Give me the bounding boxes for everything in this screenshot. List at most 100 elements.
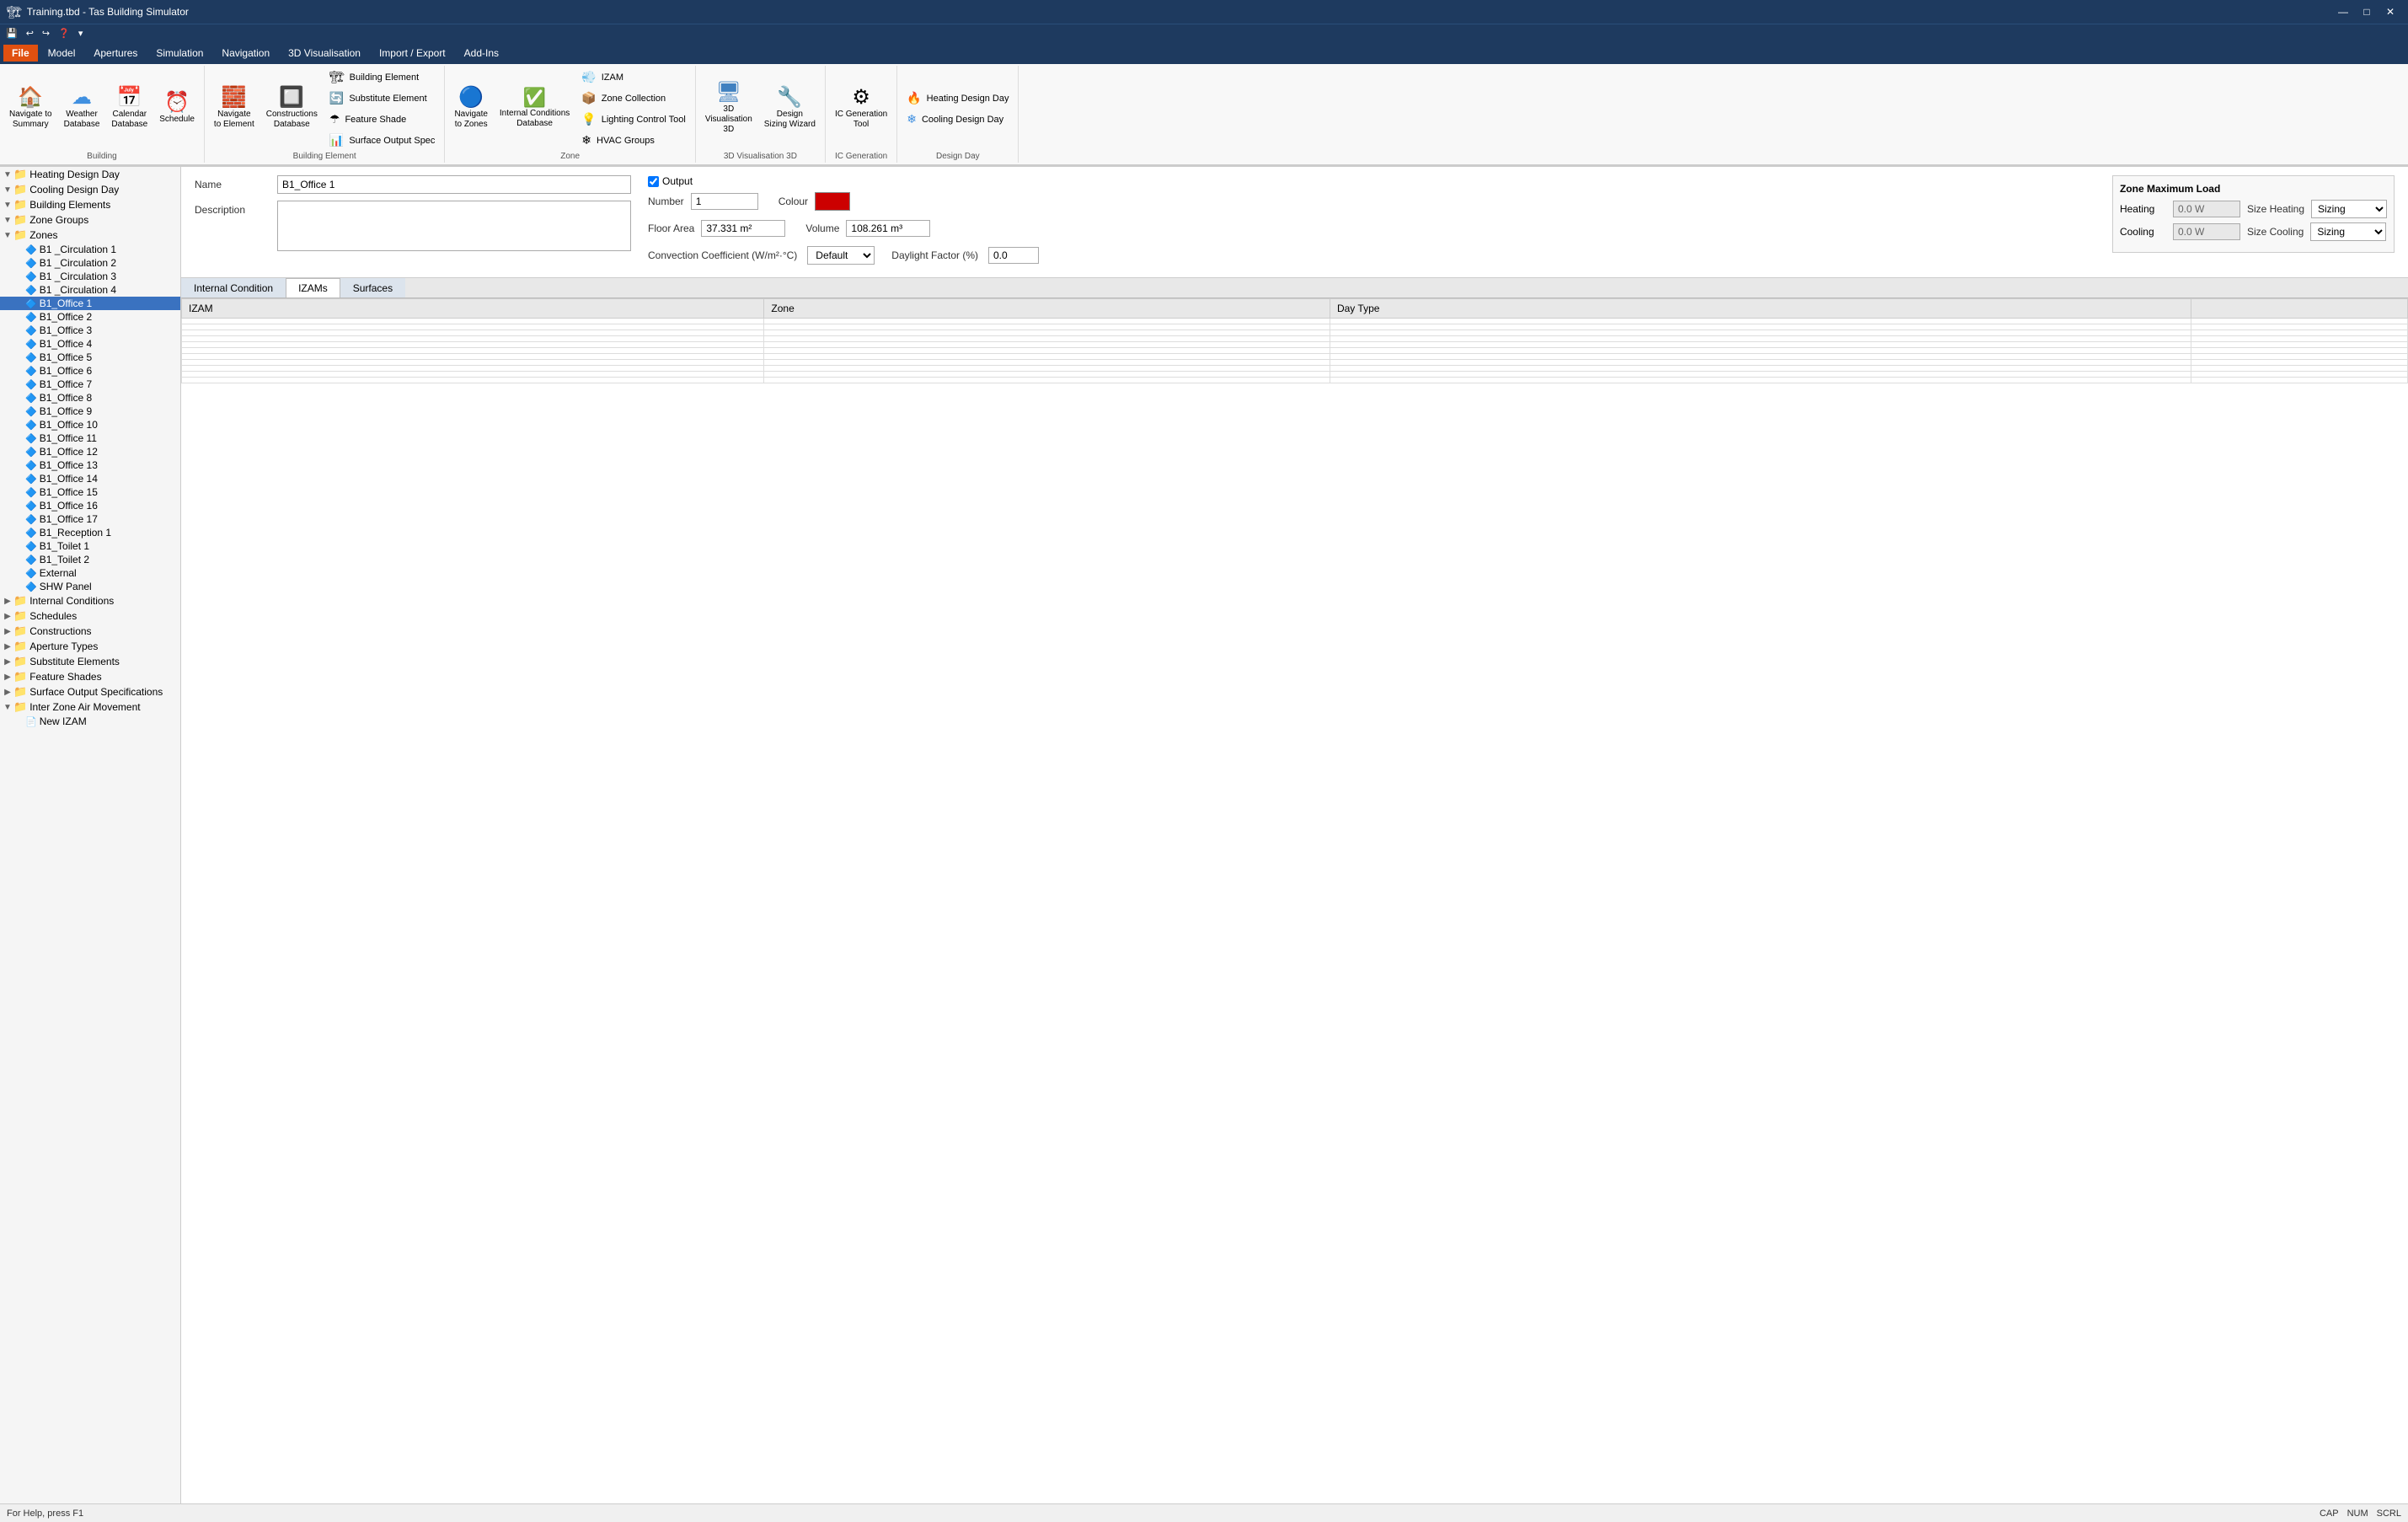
building-element-button[interactable]: 🏗 Building Element [325, 67, 440, 87]
convection-select[interactable]: Default [807, 246, 875, 265]
hvac-groups-button[interactable]: ❄ HVAC Groups [577, 131, 690, 150]
tree-item-19[interactable]: 🔷B1_Office 11 [0, 431, 180, 445]
qa-dropdown-button[interactable]: ▾ [76, 27, 86, 40]
schedule-button[interactable]: ⏰ Schedule [155, 90, 199, 127]
tree-item-24[interactable]: 🔷B1_Office 16 [0, 499, 180, 512]
tree-item-26[interactable]: 🔷B1_Reception 1 [0, 526, 180, 539]
tree-item-2[interactable]: ▼📁Building Elements [0, 197, 180, 212]
tree-item-29[interactable]: 🔷External [0, 566, 180, 580]
tree-icon-23: 🔷 [25, 487, 37, 498]
tree-item-30[interactable]: 🔷SHW Panel [0, 580, 180, 593]
design-sizing-button[interactable]: 🔧 DesignSizing Wizard [760, 85, 820, 132]
tree-item-15[interactable]: 🔷B1_Office 7 [0, 378, 180, 391]
apertures-menu[interactable]: Apertures [85, 45, 146, 62]
maximize-button[interactable]: □ [2356, 3, 2378, 20]
statusbar: For Help, press F1 CAP NUM SCRL [0, 1503, 2408, 1522]
3d-visualisation-menu[interactable]: 3D Visualisation [280, 45, 369, 62]
size-cooling-select[interactable]: Sizing [2310, 222, 2386, 241]
tree-item-37[interactable]: ▶📁Surface Output Specifications [0, 684, 180, 699]
simulation-menu[interactable]: Simulation [147, 45, 211, 62]
tree-item-14[interactable]: 🔷B1_Office 6 [0, 364, 180, 378]
navigate-zones-button[interactable]: 🔵 Navigateto Zones [450, 85, 491, 132]
tree-item-9[interactable]: 🔷B1_Office 1 [0, 297, 180, 310]
add-ins-menu[interactable]: Add-Ins [456, 45, 507, 62]
tree-item-35[interactable]: ▶📁Substitute Elements [0, 654, 180, 669]
tree-item-20[interactable]: 🔷B1_Office 12 [0, 445, 180, 458]
name-input[interactable] [277, 175, 631, 194]
constructions-database-button[interactable]: 🔲 ConstructionsDatabase [262, 85, 322, 132]
help-qa-button[interactable]: ❓ [56, 27, 72, 40]
tree-item-31[interactable]: ▶📁Internal Conditions [0, 593, 180, 608]
main-content: Name Description Output Number [181, 167, 2408, 1503]
redo-qa-button[interactable]: ↪ [40, 27, 52, 40]
tree-item-7[interactable]: 🔷B1 _Circulation 3 [0, 270, 180, 283]
tree-item-22[interactable]: 🔷B1_Office 14 [0, 472, 180, 485]
navigate-element-label: Navigateto Element [214, 110, 254, 130]
tree-item-10[interactable]: 🔷B1_Office 2 [0, 310, 180, 324]
tree-item-39[interactable]: 📄New IZAM [0, 715, 180, 728]
tree-item-13[interactable]: 🔷B1_Office 5 [0, 351, 180, 364]
tree-item-18[interactable]: 🔷B1_Office 10 [0, 418, 180, 431]
tree-item-11[interactable]: 🔷B1_Office 3 [0, 324, 180, 337]
weather-database-button[interactable]: ☁ WeatherDatabase [60, 85, 104, 132]
import-export-menu[interactable]: Import / Export [371, 45, 454, 62]
save-qa-button[interactable]: 💾 [3, 27, 20, 40]
tree-item-34[interactable]: ▶📁Aperture Types [0, 639, 180, 654]
tab-surfaces[interactable]: Surfaces [340, 278, 405, 297]
floor-area-input[interactable] [701, 220, 785, 237]
main-layout: ▼📁Heating Design Day▼📁Cooling Design Day… [0, 167, 2408, 1503]
tree-item-28[interactable]: 🔷B1_Toilet 2 [0, 553, 180, 566]
tree-item-8[interactable]: 🔷B1 _Circulation 4 [0, 283, 180, 297]
tree-icon-24: 🔷 [25, 501, 37, 512]
zone-collection-button[interactable]: 📦 Zone Collection [577, 88, 690, 108]
output-checkbox[interactable] [648, 176, 659, 187]
tree-item-32[interactable]: ▶📁Schedules [0, 608, 180, 624]
tree-item-12[interactable]: 🔷B1_Office 4 [0, 337, 180, 351]
volume-input[interactable] [846, 220, 930, 237]
cooling-design-day-button[interactable]: ❄ Cooling Design Day [902, 110, 1013, 129]
tree-item-23[interactable]: 🔷B1_Office 15 [0, 485, 180, 499]
calendar-database-button[interactable]: 📅 CalendarDatabase [107, 85, 152, 132]
tree-item-21[interactable]: 🔷B1_Office 13 [0, 458, 180, 472]
substitute-element-button[interactable]: 🔄 Substitute Element [325, 88, 440, 108]
minimize-button[interactable]: — [2332, 3, 2354, 20]
3d-vis-button[interactable]: 🖥 3DVisualisation3D [701, 80, 757, 137]
tree-item-4[interactable]: ▼📁Zones [0, 228, 180, 243]
tree-item-36[interactable]: ▶📁Feature Shades [0, 669, 180, 684]
tree-item-25[interactable]: 🔷B1_Office 17 [0, 512, 180, 526]
tree-item-17[interactable]: 🔷B1_Office 9 [0, 405, 180, 418]
heating-design-day-button[interactable]: 🔥 Heating Design Day [902, 88, 1013, 108]
tree-item-27[interactable]: 🔷B1_Toilet 1 [0, 539, 180, 553]
colour-picker[interactable] [815, 192, 850, 211]
internal-conditions-db-button[interactable]: ✅ Internal ConditionsDatabase [495, 86, 574, 131]
ic-generation-button[interactable]: ⚙ IC GenerationTool [831, 85, 891, 132]
internal-conditions-icon: ✅ [523, 88, 546, 107]
undo-qa-button[interactable]: ↩ [24, 27, 36, 40]
navigation-menu[interactable]: Navigation [213, 45, 278, 62]
tree-item-16[interactable]: 🔷B1_Office 8 [0, 391, 180, 405]
tree-container: ▼📁Heating Design Day▼📁Cooling Design Day… [0, 167, 180, 728]
navigate-summary-button[interactable]: 🏠 Navigate toSummary [5, 85, 56, 132]
tree-item-33[interactable]: ▶📁Constructions [0, 624, 180, 639]
tree-item-1[interactable]: ▼📁Cooling Design Day [0, 182, 180, 197]
description-label: Description [195, 201, 270, 216]
size-heating-select[interactable]: Sizing [2311, 200, 2387, 218]
navigate-element-button[interactable]: 🧱 Navigateto Element [210, 85, 259, 132]
number-input[interactable] [691, 193, 758, 210]
tree-item-0[interactable]: ▼📁Heating Design Day [0, 167, 180, 182]
izam-button[interactable]: 💨 IZAM [577, 67, 690, 87]
surface-output-button[interactable]: 📊 Surface Output Spec [325, 131, 440, 150]
tree-item-3[interactable]: ▼📁Zone Groups [0, 212, 180, 228]
tree-item-6[interactable]: 🔷B1 _Circulation 2 [0, 256, 180, 270]
model-menu[interactable]: Model [40, 45, 84, 62]
lighting-control-button[interactable]: 💡 Lighting Control Tool [577, 110, 690, 129]
daylight-input[interactable] [988, 247, 1039, 264]
close-button[interactable]: ✕ [2379, 3, 2401, 20]
description-input[interactable] [277, 201, 631, 251]
file-menu[interactable]: File [3, 45, 38, 62]
feature-shade-button[interactable]: ☂ Feature Shade [325, 110, 440, 129]
tree-item-5[interactable]: 🔷B1 _Circulation 1 [0, 243, 180, 256]
tab-internal-condition[interactable]: Internal Condition [181, 278, 286, 297]
tree-item-38[interactable]: ▼📁Inter Zone Air Movement [0, 699, 180, 715]
tab-izams[interactable]: IZAMs [286, 278, 340, 297]
